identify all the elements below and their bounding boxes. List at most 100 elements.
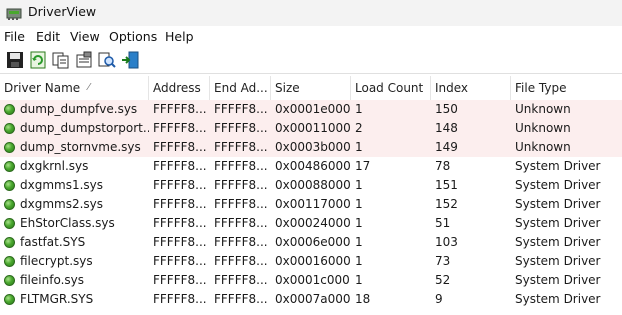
cell-driver-name: dump_dumpstorport.... [20,121,149,135]
exit-icon[interactable] [121,51,139,69]
cell-load-count: 1 [355,216,363,230]
cell-address: FFFFF8... [153,121,207,135]
copy-icon[interactable] [52,51,70,69]
cell-end-address: FFFFF8... [214,273,268,287]
cell-address: FFFFF8... [153,292,207,306]
cell-file-type: Unknown [515,140,571,154]
cell-driver-name: dump_stornvme.sys [20,140,141,154]
cell-end-address: FFFFF8... [214,121,268,135]
cell-end-address: FFFFF8... [214,159,268,173]
cell-index: 78 [435,159,451,173]
menu-bar: File Edit View Options Help [0,26,622,47]
column-header-label: Driver Name [4,81,81,95]
cell-end-address: FFFFF8... [214,140,268,154]
cell-size: 0x00011000 [275,121,351,135]
cell-address: FFFFF8... [153,235,207,249]
table-row[interactable]: FLTMGR.SYS FFFFF8... FFFFF8... 0x0007a000 18… [0,290,622,309]
cell-file-type: System Driver [515,292,601,306]
cell-address: FFFFF8... [153,216,207,230]
cell-address: FFFFF8... [153,102,207,116]
cell-driver-name: dump_dumpfve.sys [20,102,138,116]
cell-driver-name: FLTMGR.SYS [20,292,94,306]
menu-options[interactable]: Options [109,29,157,44]
cell-size: 0x0006e000 [275,235,351,249]
table-row[interactable]: dump_dumpstorport.... FFFFF8... FFFFF8... 0… [0,119,622,138]
cell-index: 103 [435,235,458,249]
cell-driver-name: filecrypt.sys [20,254,93,268]
table-row[interactable]: dump_dumpfve.sys FFFFF8... FFFFF8... 0x0001… [0,100,622,119]
save-icon[interactable] [6,51,24,69]
cell-load-count: 1 [355,102,363,116]
cell-end-address: FFFFF8... [214,102,268,116]
table-row[interactable]: dxgmms1.sys FFFFF8... FFFFF8... 0x00088000 1… [0,176,622,195]
column-header-load-count[interactable]: Load Count [351,76,431,100]
cell-driver-name: fileinfo.sys [20,273,84,287]
cell-load-count: 1 [355,235,363,249]
cell-file-type: System Driver [515,216,601,230]
cell-address: FFFFF8... [153,254,207,268]
refresh-icon[interactable] [29,51,47,69]
cell-size: 0x00486000 [275,159,351,173]
table-row[interactable]: dump_stornvme.sys FFFFF8... FFFFF8... 0x000… [0,138,622,157]
window-title: DriverView [28,4,97,19]
cell-index: 73 [435,254,451,268]
cell-load-count: 1 [355,140,363,154]
cell-index: 152 [435,197,458,211]
cell-index: 51 [435,216,451,230]
menu-view[interactable]: View [70,29,100,44]
cell-file-type: System Driver [515,254,601,268]
cell-index: 150 [435,102,458,116]
cell-size: 0x00024000 [275,216,351,230]
table-row[interactable]: fileinfo.sys FFFFF8... FFFFF8... 0x0001c000… [0,271,622,290]
cell-end-address: FFFFF8... [214,178,268,192]
cell-file-type: Unknown [515,121,571,135]
menu-edit[interactable]: Edit [36,29,60,44]
cell-end-address: FFFFF8... [214,197,268,211]
cell-end-address: FFFFF8... [214,254,268,268]
toolbar [0,47,622,74]
cell-load-count: 17 [355,159,371,173]
find-icon[interactable] [98,51,116,69]
column-header-file-type[interactable]: File Type [511,76,622,100]
cell-address: FFFFF8... [153,197,207,211]
cell-size: 0x0007a000 [275,292,351,306]
cell-end-address: FFFFF8... [214,292,268,306]
cell-index: 9 [435,292,443,306]
column-header-address[interactable]: Address [149,76,210,100]
table-row[interactable]: dxgmms2.sys FFFFF8... FFFFF8... 0x00117000 1… [0,195,622,214]
cell-size: 0x00088000 [275,178,351,192]
menu-file[interactable]: File [4,29,25,44]
cell-load-count: 2 [355,121,363,135]
properties-icon[interactable] [75,51,93,69]
cell-address: FFFFF8... [153,140,207,154]
cell-load-count: 1 [355,273,363,287]
menu-help[interactable]: Help [165,29,194,44]
cell-end-address: FFFFF8... [214,216,268,230]
cell-driver-name: dxgmms1.sys [20,178,104,192]
column-header-size[interactable]: Size [271,76,351,100]
cell-driver-name: dxgmms2.sys [20,197,104,211]
cell-end-address: FFFFF8... [214,235,268,249]
cell-file-type: System Driver [515,159,601,173]
column-header-index[interactable]: Index [431,76,511,100]
table-row[interactable]: dxgkrnl.sys FFFFF8... FFFFF8... 0x00486000 1… [0,157,622,176]
column-header-driver-name[interactable]: Driver Name ⁄ [0,76,149,100]
column-header-end-address[interactable]: End Ad... [210,76,271,100]
cell-load-count: 1 [355,197,363,211]
app-icon [6,8,22,20]
cell-address: FFFFF8... [153,159,207,173]
table-header: Driver Name ⁄ Address End Ad... Size Loa… [0,76,622,101]
table-row[interactable]: fastfat.SYS FFFFF8... FFFFF8... 0x0006e000 1… [0,233,622,252]
table-row[interactable]: filecrypt.sys FFFFF8... FFFFF8... 0x0001600… [0,252,622,271]
cell-size: 0x0001e000 [275,102,351,116]
table-row[interactable]: EhStorClass.sys FFFFF8... FFFFF8... 0x00024… [0,214,622,233]
cell-size: 0x0001c000 [275,273,350,287]
cell-driver-name: dxgkrnl.sys [20,159,89,173]
cell-file-type: Unknown [515,102,571,116]
cell-size: 0x0003b000 [275,140,351,154]
cell-size: 0x00016000 [275,254,351,268]
cell-index: 149 [435,140,458,154]
cell-index: 151 [435,178,458,192]
cell-address: FFFFF8... [153,178,207,192]
cell-address: FFFFF8... [153,273,207,287]
